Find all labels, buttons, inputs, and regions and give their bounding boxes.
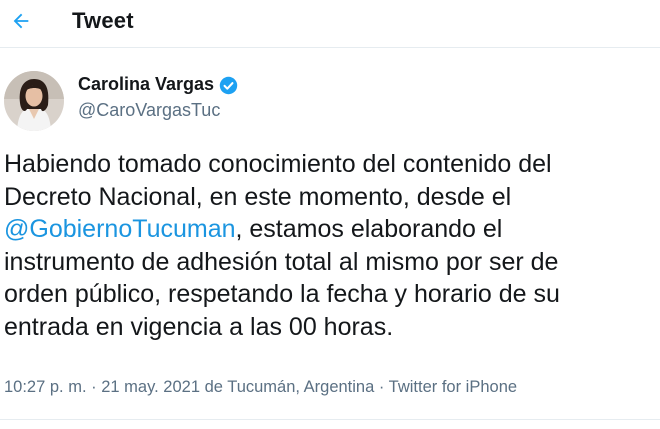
back-button[interactable] xyxy=(6,6,36,36)
tweet-line: Decreto Nacional, en este momento, desde… xyxy=(4,182,512,211)
tweet-time[interactable]: 10:27 p. m. xyxy=(4,378,87,396)
tweet-line: @GobiernoTucuman, estamos elaborando el xyxy=(4,213,658,246)
arrow-left-icon xyxy=(13,13,29,29)
tweet-header: Tweet xyxy=(0,0,660,48)
mention-link[interactable]: @GobiernoTucuman xyxy=(4,215,236,243)
tweet-line: entrada en vigencia a las 00 horas. xyxy=(4,312,394,341)
author-name[interactable]: Carolina Vargas xyxy=(78,74,214,95)
meta-separator: · xyxy=(374,378,389,396)
divider xyxy=(0,419,660,420)
avatar[interactable] xyxy=(4,71,64,131)
meta-separator: · xyxy=(86,378,102,396)
tweet-date[interactable]: 21 may. 2021 xyxy=(101,378,200,396)
verified-badge-icon xyxy=(219,76,238,95)
tweet-text: Habiendo tomado conocimiento del conteni… xyxy=(4,148,658,344)
tweet-client[interactable]: Twitter for iPhone xyxy=(389,378,517,396)
page-title: Tweet xyxy=(72,8,134,33)
author-handle[interactable]: @CaroVargasTuc xyxy=(78,100,220,121)
tweet-line-rest: , estamos elaborando el xyxy=(235,215,503,244)
tweet-location: de Tucumán, Argentina xyxy=(200,378,375,396)
tweet-line: instrumento de adhesión total al mismo p… xyxy=(4,247,559,276)
tweet-line: orden público, respetando la fecha y hor… xyxy=(4,280,560,309)
tweet-line: Habiendo tomado conocimiento del conteni… xyxy=(4,150,552,178)
tweet-meta: 10:27 p. m. · 21 may. 2021 de Tucumán, A… xyxy=(4,378,517,397)
